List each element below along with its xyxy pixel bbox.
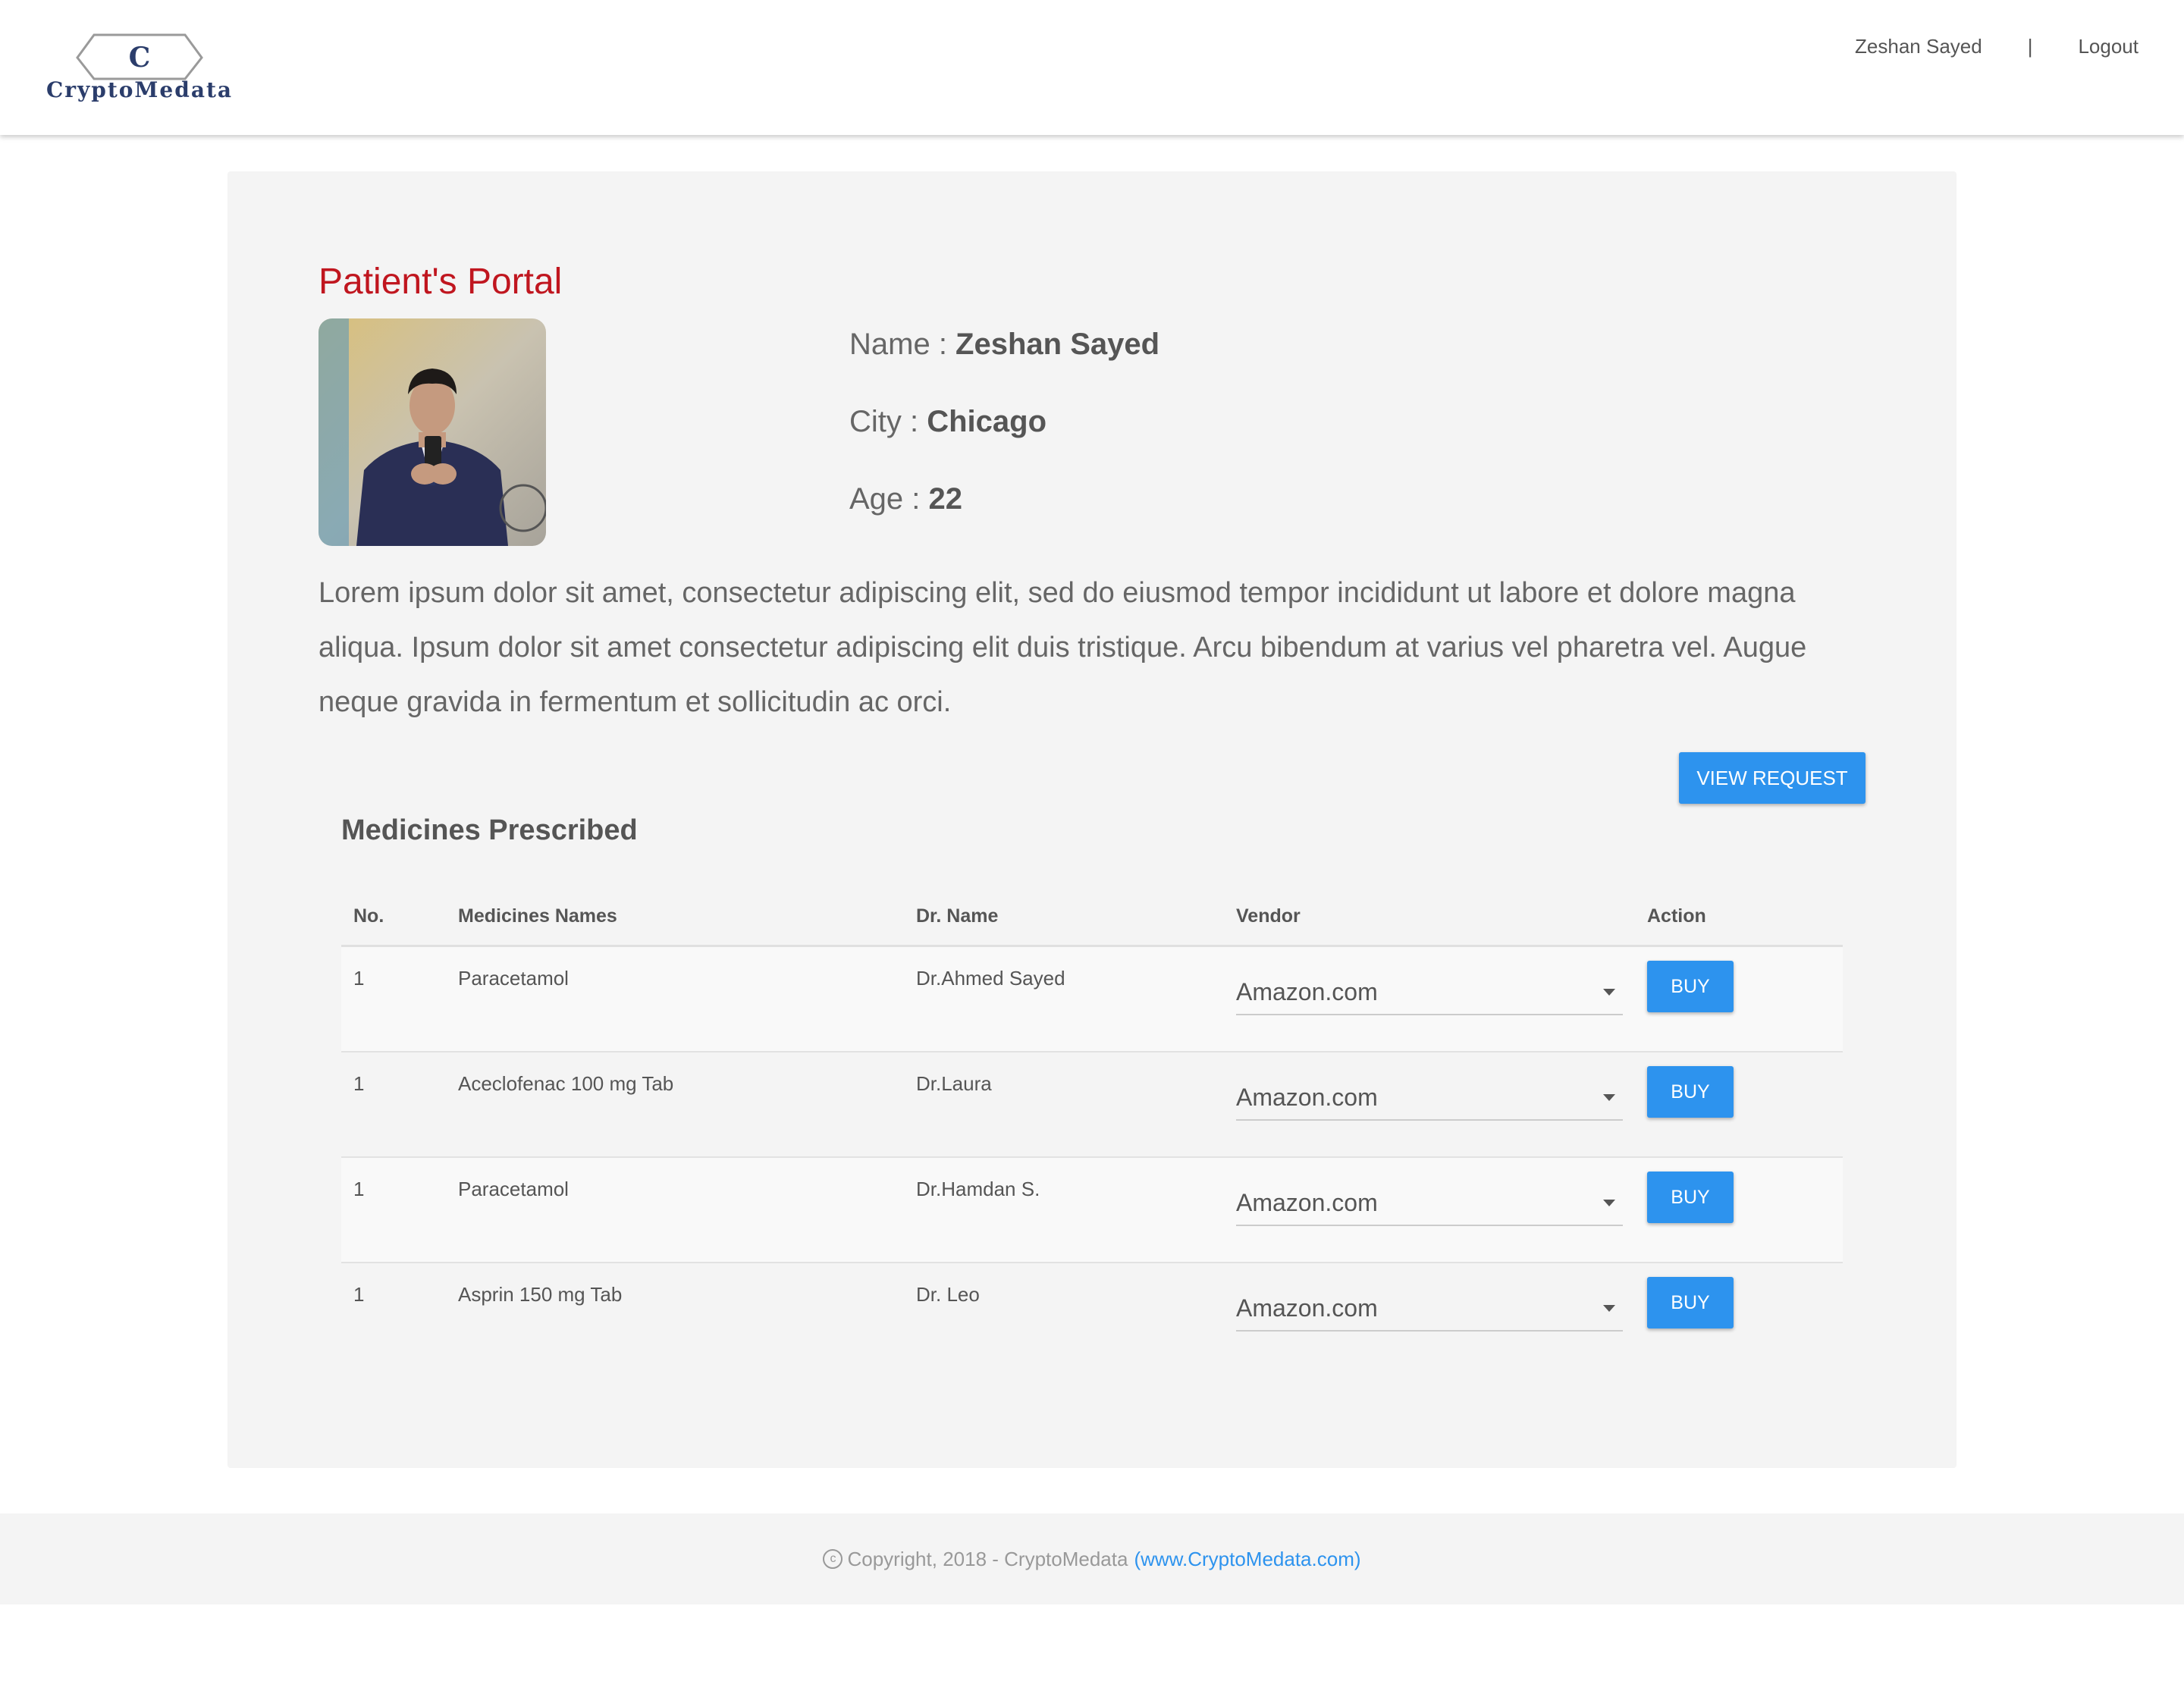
vendor-select-value: Amazon.com bbox=[1236, 1294, 1378, 1322]
logo[interactable]: C CryptoMedata bbox=[26, 32, 253, 108]
age-row: Age : 22 bbox=[849, 482, 962, 516]
column-header-doctor: Dr. Name bbox=[916, 905, 999, 927]
caret-down-icon bbox=[1603, 988, 1615, 996]
name-label: Name : bbox=[849, 328, 956, 361]
cell-medicine: Paracetamol bbox=[458, 967, 569, 990]
caret-down-icon bbox=[1603, 1199, 1615, 1206]
cell-no: 1 bbox=[353, 1072, 365, 1095]
table-row: 1 Paracetamol Dr.Hamdan S. Amazon.com BU… bbox=[341, 1158, 1843, 1263]
cell-medicine: Paracetamol bbox=[458, 1178, 569, 1200]
logo-letter: C bbox=[129, 42, 151, 74]
buy-button[interactable]: BUY bbox=[1647, 1172, 1734, 1223]
column-header-vendor: Vendor bbox=[1236, 905, 1301, 927]
top-nav: Zeshan Sayed | Logout bbox=[1855, 35, 2138, 58]
cell-no: 1 bbox=[353, 1283, 365, 1306]
table-header: No. Medicines Names Dr. Name Vendor Acti… bbox=[341, 895, 1843, 947]
medicines-table: No. Medicines Names Dr. Name Vendor Acti… bbox=[341, 895, 1843, 1367]
cell-doctor: Dr.Laura bbox=[916, 1072, 992, 1095]
table-row: 1 Asprin 150 mg Tab Dr. Leo Amazon.com B… bbox=[341, 1263, 1843, 1367]
vendor-select-value: Amazon.com bbox=[1236, 1083, 1378, 1111]
cell-doctor: Dr.Hamdan S. bbox=[916, 1178, 1040, 1200]
nav-separator: | bbox=[2027, 35, 2033, 58]
patient-bio: Lorem ipsum dolor sit amet, consectetur … bbox=[318, 577, 1807, 718]
column-header-action: Action bbox=[1647, 905, 1706, 927]
logo-text: CryptoMedata bbox=[46, 77, 234, 102]
buy-button[interactable]: BUY bbox=[1647, 1066, 1734, 1118]
vendor-select-value: Amazon.com bbox=[1236, 1188, 1378, 1216]
cell-medicine: Aceclofenac 100 mg Tab bbox=[458, 1072, 674, 1095]
patient-card: Patient's Portal Name : Zeshan Sayed Cit… bbox=[228, 171, 1956, 1468]
name-row: Name : Zeshan Sayed bbox=[849, 328, 1159, 362]
logout-link[interactable]: Logout bbox=[2078, 35, 2138, 58]
header: C CryptoMedata Zeshan Sayed | Logout bbox=[0, 0, 2184, 135]
age-label: Age : bbox=[849, 482, 929, 516]
city-row: City : Chicago bbox=[849, 405, 1046, 439]
name-value: Zeshan Sayed bbox=[956, 328, 1160, 361]
city-label: City : bbox=[849, 405, 927, 438]
copyright-text: Copyright, 2018 - CryptoMedata bbox=[847, 1547, 1128, 1570]
vendor-select[interactable]: Amazon.com bbox=[1236, 970, 1623, 1015]
cell-no: 1 bbox=[353, 1178, 365, 1200]
vendor-select[interactable]: Amazon.com bbox=[1236, 1286, 1623, 1332]
caret-down-icon bbox=[1603, 1304, 1615, 1312]
cell-medicine: Asprin 150 mg Tab bbox=[458, 1283, 623, 1306]
vendor-select[interactable]: Amazon.com bbox=[1236, 1075, 1623, 1121]
city-value: Chicago bbox=[927, 405, 1047, 438]
view-request-button[interactable]: VIEW REQUEST bbox=[1679, 752, 1866, 804]
medicines-title: Medicines Prescribed bbox=[341, 814, 638, 846]
table-row: 1 Paracetamol Dr.Ahmed Sayed Amazon.com … bbox=[341, 947, 1843, 1052]
footer: c Copyright, 2018 - CryptoMedata (www.Cr… bbox=[0, 1513, 2184, 1604]
table-row: 1 Aceclofenac 100 mg Tab Dr.Laura Amazon… bbox=[341, 1052, 1843, 1158]
age-value: 22 bbox=[928, 482, 963, 516]
caret-down-icon bbox=[1603, 1093, 1615, 1101]
cell-doctor: Dr. Leo bbox=[916, 1283, 980, 1306]
website-link[interactable]: (www.CryptoMedata.com) bbox=[1134, 1548, 1360, 1571]
user-name-link[interactable]: Zeshan Sayed bbox=[1855, 35, 1982, 58]
cell-doctor: Dr.Ahmed Sayed bbox=[916, 967, 1065, 990]
logo-hexagon-icon: C bbox=[76, 33, 203, 80]
column-header-medicine: Medicines Names bbox=[458, 905, 617, 927]
vendor-select[interactable]: Amazon.com bbox=[1236, 1181, 1623, 1226]
page-title: Patient's Portal bbox=[318, 262, 563, 302]
copyright-icon: c bbox=[823, 1549, 843, 1569]
buy-button[interactable]: BUY bbox=[1647, 1277, 1734, 1328]
cell-no: 1 bbox=[353, 967, 365, 990]
buy-button[interactable]: BUY bbox=[1647, 961, 1734, 1012]
avatar bbox=[318, 318, 546, 546]
column-header-no: No. bbox=[353, 905, 384, 927]
vendor-select-value: Amazon.com bbox=[1236, 977, 1378, 1005]
